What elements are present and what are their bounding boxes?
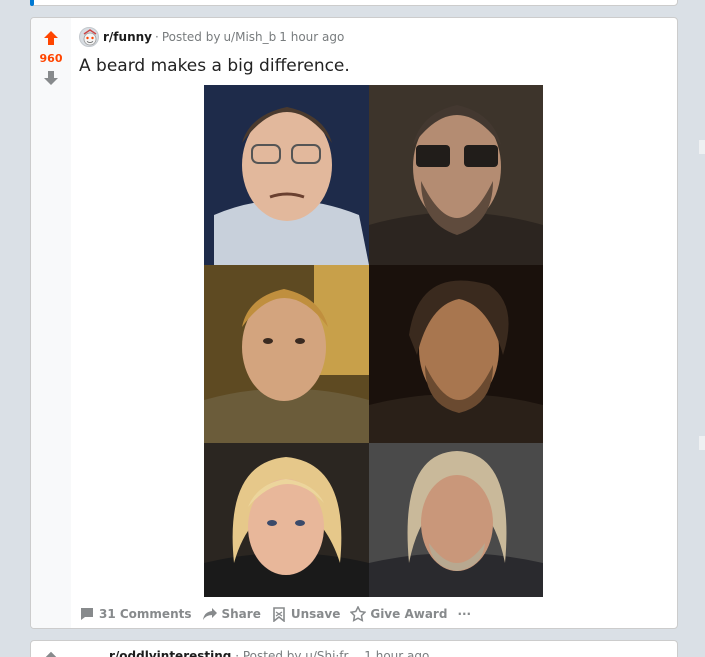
post-title[interactable]: A beard makes a big difference. <box>79 56 350 76</box>
award-label: Give Award <box>370 607 448 621</box>
comments-label: 31 Comments <box>99 607 192 621</box>
share-button[interactable]: Share <box>202 606 261 622</box>
unsave-button[interactable]: Unsave <box>271 606 341 622</box>
next-post-card[interactable]: r/oddlyinteresting · Posted by u/Shi·fr…… <box>30 640 678 657</box>
vote-column: 960 <box>31 18 71 628</box>
image-panel <box>369 265 543 443</box>
meta-separator: · <box>154 30 159 44</box>
image-panel <box>369 85 543 265</box>
vote-count: 960 <box>39 52 63 65</box>
author-link[interactable]: u/Mish_b <box>223 30 276 44</box>
post-image[interactable] <box>204 85 543 597</box>
share-label: Share <box>221 607 261 621</box>
post-card[interactable]: 960 r/funny · Posted by u/Mish_b 1 hour … <box>30 17 678 629</box>
subreddit-link[interactable]: r/funny <box>103 30 152 44</box>
next-post-meta: r/oddlyinteresting · Posted by u/Shi·fr…… <box>109 649 429 657</box>
more-options-icon: ··· <box>457 607 472 621</box>
image-panel <box>204 85 369 265</box>
image-panel <box>204 265 369 443</box>
more-options-button[interactable]: ··· <box>457 607 471 621</box>
posted-by-label: Posted by <box>161 30 221 44</box>
give-award-button[interactable]: Give Award <box>350 606 447 622</box>
downvote-arrow-icon[interactable] <box>43 70 59 86</box>
award-icon <box>350 606 367 622</box>
subreddit-icon <box>83 29 97 46</box>
post-actions-bar: 31 Comments Share Unsave Give Award ··· <box>79 604 481 624</box>
previous-post-accent <box>30 0 34 6</box>
next-subreddit-link[interactable]: r/oddlyinteresting <box>109 649 231 657</box>
comment-icon <box>81 608 93 620</box>
post-meta: r/funny · Posted by u/Mish_b 1 hour ago <box>79 26 344 48</box>
image-panel <box>369 443 543 597</box>
unsave-label: Unsave <box>290 607 341 621</box>
scroll-edge-marker <box>699 140 705 154</box>
upvote-arrow-icon[interactable] <box>43 30 59 46</box>
comments-button[interactable]: 31 Comments <box>79 606 192 622</box>
bookmark-icon <box>273 607 285 622</box>
image-panel <box>204 443 369 597</box>
scroll-edge-marker <box>699 436 705 450</box>
subreddit-avatar[interactable] <box>79 27 99 47</box>
next-posted-by: · Posted by u/Shi·fr… 1 hour ago <box>235 649 430 657</box>
post-timestamp[interactable]: 1 hour ago <box>279 30 344 44</box>
previous-post-card <box>30 0 678 6</box>
upvote-arrow-icon[interactable] <box>45 651 57 657</box>
share-icon <box>202 608 217 620</box>
